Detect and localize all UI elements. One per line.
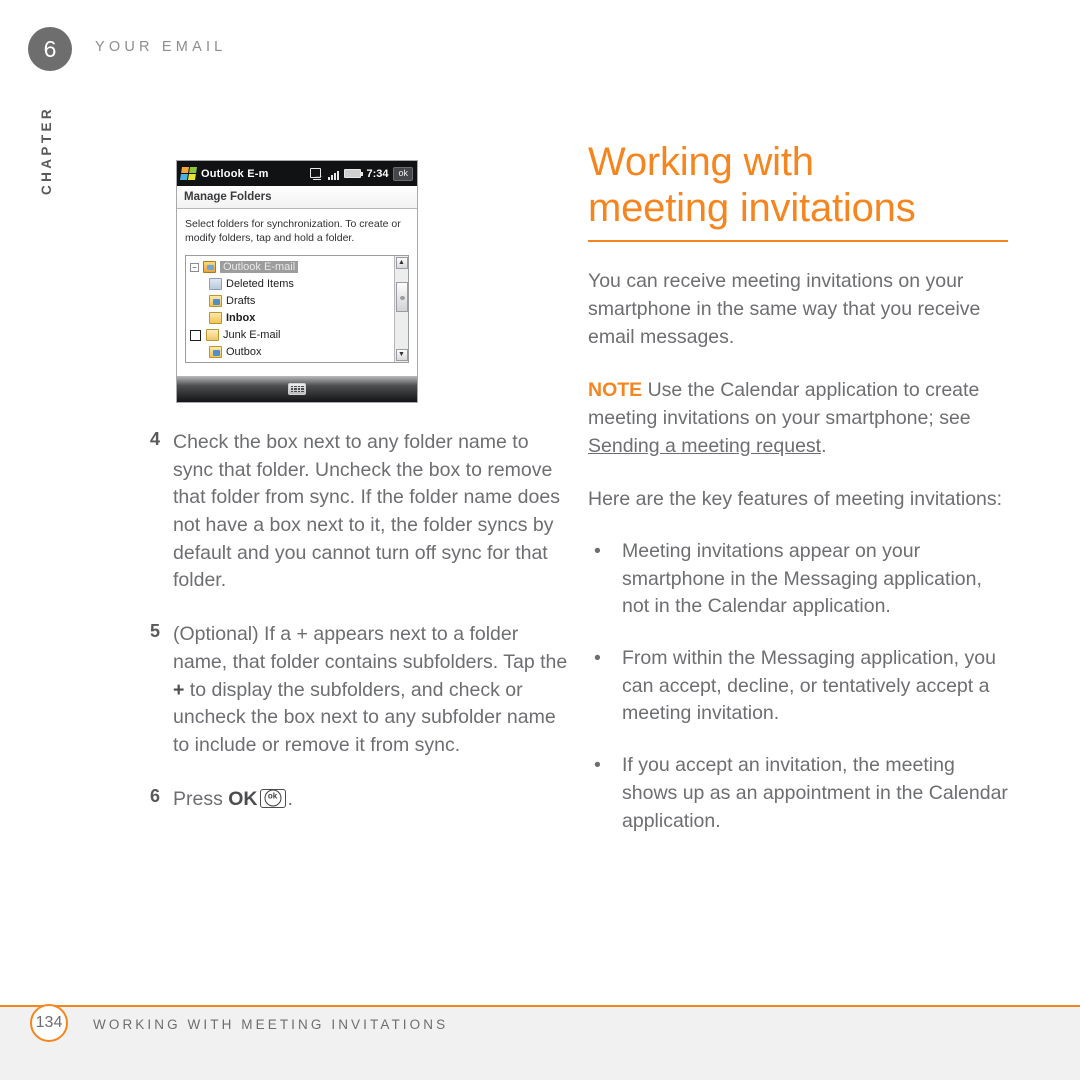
note-text-after: .: [821, 434, 827, 457]
device-app-title: Outlook E-m: [201, 167, 269, 180]
collapse-expander-icon[interactable]: −: [190, 262, 199, 272]
right-column: Working with meeting invitations You can…: [588, 140, 1008, 835]
tree-item-label: Inbox: [226, 312, 256, 325]
bullet-item-2: • From within the Messaging application,…: [588, 645, 1008, 728]
step-number: 5: [150, 621, 161, 642]
left-column: Outlook E-m 7:34 ok Manage Folders Selec…: [140, 160, 570, 813]
ok-label-bold: OK: [228, 787, 258, 810]
bullet-text: From within the Messaging application, y…: [622, 647, 996, 725]
chapter-number-badge: 6: [28, 27, 72, 71]
tree-item-label: Junk E-mail: [223, 329, 281, 342]
step-text: Press OK.: [173, 786, 570, 814]
device-instructions: Select folders for synchronization. To c…: [185, 218, 401, 245]
deleted-items-folder-icon: [209, 278, 222, 291]
tree-item-inbox[interactable]: Inbox: [190, 310, 394, 327]
step-text: (Optional) If a + appears next to a fold…: [173, 621, 570, 759]
bullet-item-1: • Meeting invitations appear on your sma…: [588, 538, 1008, 621]
device-screenshot-figure: Outlook E-m 7:34 ok Manage Folders Selec…: [176, 160, 418, 403]
tree-item-label: Outlook E-mail: [220, 261, 299, 274]
device-folder-tree[interactable]: − Outlook E-mail Deleted Items Drafts In…: [186, 256, 394, 362]
bullet-dot-icon: •: [594, 540, 601, 562]
chapter-word: CHAPTER: [39, 105, 55, 195]
chapter-vertical-label: CHAPTER: [32, 95, 62, 205]
scroll-up-arrow-icon[interactable]: ▲: [395, 256, 408, 269]
step-text-before: (Optional) If a + appears next to a fold…: [173, 623, 568, 673]
battery-icon: [344, 169, 364, 178]
step-item-6: 6 Press OK.: [140, 786, 570, 814]
step-number: 6: [150, 785, 161, 806]
running-head: YOUR EMAIL: [95, 39, 227, 55]
windows-flag-icon: [179, 167, 198, 180]
feature-bullet-list: • Meeting invitations appear on your sma…: [588, 538, 1008, 835]
step-item-4: 4 Check the box next to any folder name …: [140, 429, 570, 595]
bullet-text: If you accept an invitation, the meeting…: [622, 754, 1008, 832]
device-folder-tree-panel: − Outlook E-mail Deleted Items Drafts In…: [185, 254, 409, 363]
outbox-folder-icon: [209, 346, 222, 359]
step-text-after: to display the subfolders, and check or …: [173, 678, 556, 756]
bullet-item-3: • If you accept an invitation, the meeti…: [588, 752, 1008, 835]
tree-item-label: Drafts: [226, 295, 256, 308]
device-bottom-bar: [177, 376, 417, 402]
step-item-5: 5 (Optional) If a + appears next to a fo…: [140, 621, 570, 759]
tree-item-junk-email[interactable]: Junk E-mail: [190, 327, 394, 344]
tree-item-label: Deleted Items: [226, 278, 294, 291]
plus-symbol-bold: +: [173, 678, 185, 701]
tree-item-deleted-items[interactable]: Deleted Items: [190, 276, 394, 293]
note-paragraph: NOTE Use the Calendar application to cre…: [588, 377, 1008, 460]
title-rule: [588, 240, 1008, 243]
bullet-dot-icon: •: [594, 754, 601, 777]
lead-in-paragraph: Here are the key features of meeting inv…: [588, 488, 1003, 511]
step-text: Check the box next to any folder name to…: [173, 431, 560, 592]
intro-paragraph: You can receive meeting invitations on y…: [588, 270, 981, 348]
device-clock: 7:34: [366, 167, 389, 180]
page-title-line-2: meeting invitations: [588, 185, 916, 230]
drafts-folder-icon: [209, 295, 222, 308]
footer-title: WORKING WITH MEETING INVITATIONS: [93, 1017, 449, 1032]
junk-folder-icon: [206, 329, 219, 342]
keyboard-icon[interactable]: [288, 383, 306, 395]
device-ok-button[interactable]: ok: [393, 166, 413, 181]
device-screen-header: Manage Folders: [177, 186, 417, 209]
tree-item-outlook-email[interactable]: − Outlook E-mail: [190, 259, 394, 276]
tree-item-drafts[interactable]: Drafts: [190, 293, 394, 310]
ok-key-icon: [259, 788, 286, 808]
page-title: Working with meeting invitations: [588, 140, 1008, 231]
signal-strength-icon: [328, 168, 340, 180]
folder-tree-scrollbar[interactable]: ▲ ▼: [394, 255, 408, 362]
inbox-folder-icon: [209, 312, 222, 325]
tree-item-outbox[interactable]: Outbox: [190, 344, 394, 361]
page-number: 134: [35, 1014, 63, 1031]
step-text-before: Press: [173, 787, 229, 810]
note-label: NOTE: [588, 379, 643, 402]
numbered-step-list: 4 Check the box next to any folder name …: [140, 429, 570, 813]
step-number: 4: [150, 429, 161, 449]
device-title-bar: Outlook E-m 7:34 ok: [177, 161, 417, 186]
page-number-badge: 134: [30, 1004, 68, 1042]
note-text-before: Use the Calendar application to create m…: [588, 379, 980, 429]
chapter-number: 6: [43, 35, 57, 62]
mail-account-icon: [203, 261, 216, 274]
page-title-line-1: Working with: [588, 140, 814, 184]
scroll-down-arrow-icon[interactable]: ▼: [395, 348, 408, 361]
folder-sync-checkbox[interactable]: [190, 329, 201, 341]
scrollbar-track[interactable]: [396, 269, 408, 349]
step-text-after: .: [287, 787, 293, 810]
tree-item-label: Outbox: [226, 346, 262, 359]
scrollbar-thumb[interactable]: [396, 281, 408, 312]
cross-reference-link[interactable]: Sending a meeting request: [588, 435, 821, 457]
bullet-dot-icon: •: [594, 647, 601, 670]
sync-status-icon: [310, 167, 323, 180]
bullet-text: Meeting invitations appear on your smart…: [622, 540, 982, 618]
